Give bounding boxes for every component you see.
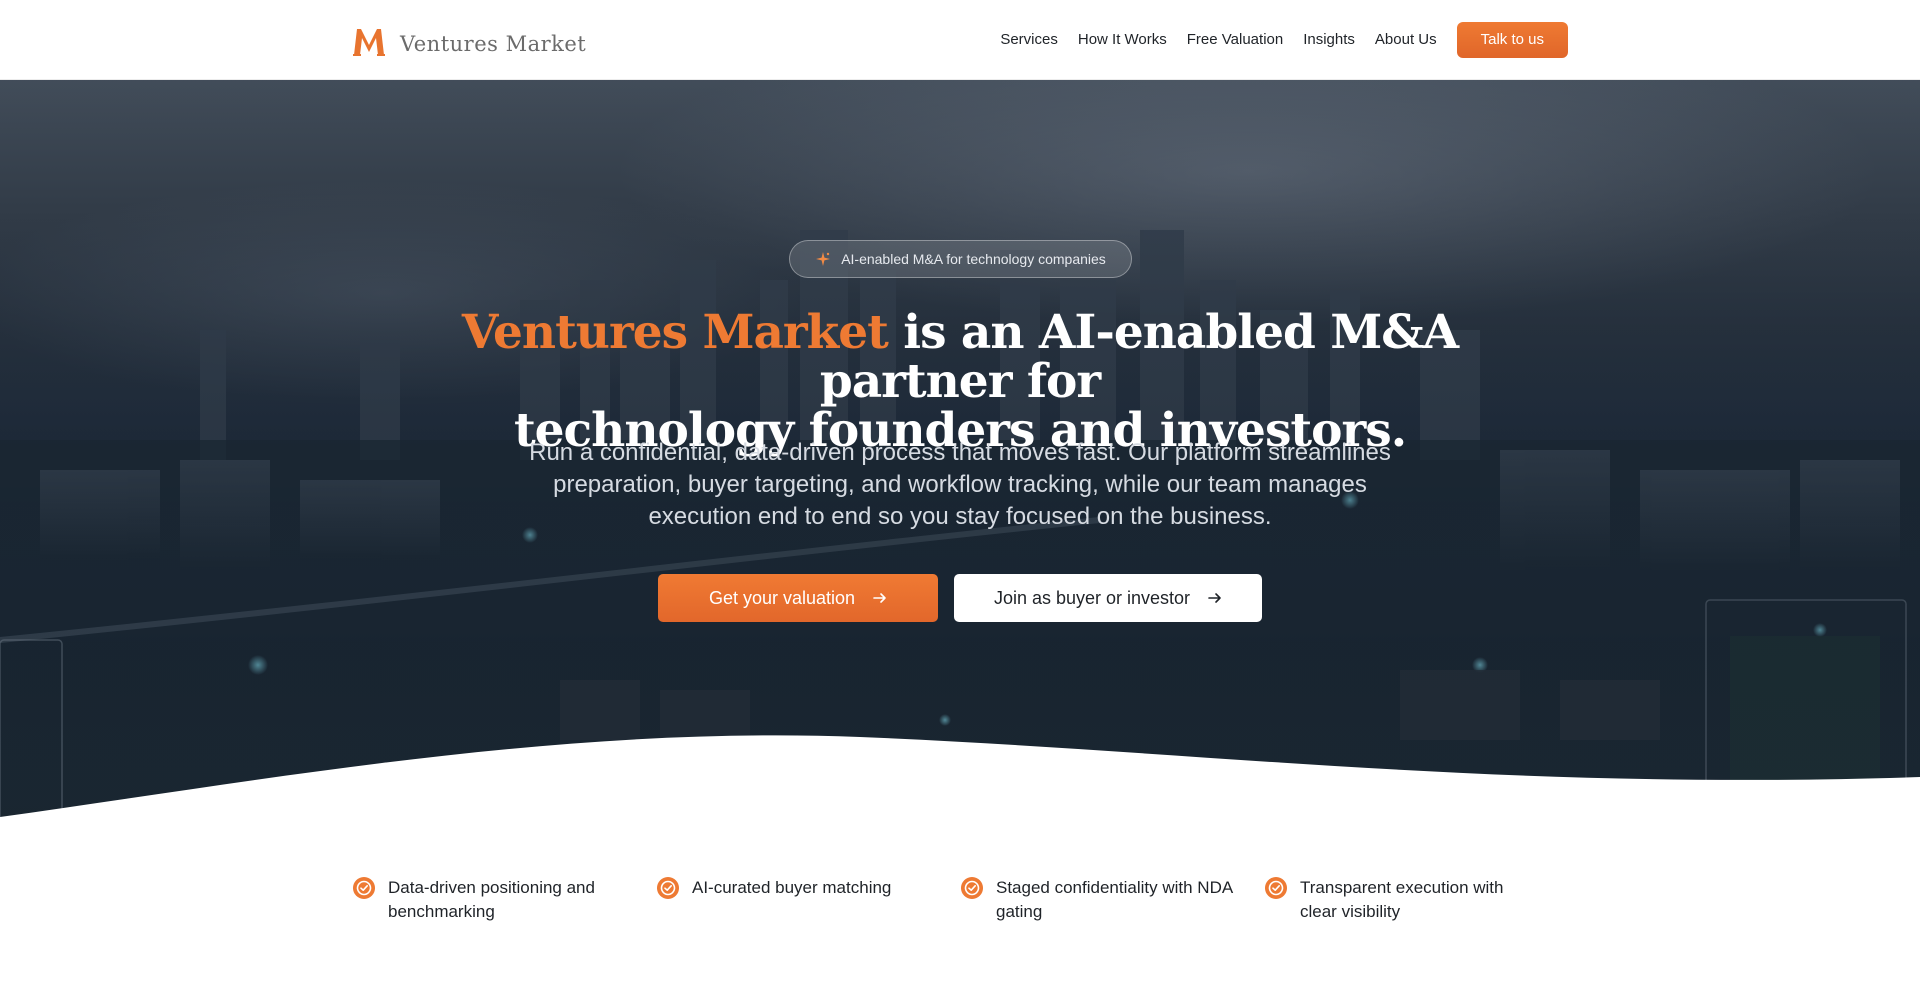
main-nav: Services How It Works Free Valuation Ins… (990, 22, 1568, 58)
nav-services[interactable]: Services (990, 22, 1068, 58)
arrow-right-icon (873, 593, 886, 603)
headline-brand: Ventures Market (461, 305, 889, 360)
hero-subtext: Run a confidential, data-driven process … (529, 439, 1391, 530)
feature-item: Transparent execution with clear visibil… (1264, 876, 1568, 936)
nav-how-it-works[interactable]: How It Works (1068, 22, 1177, 58)
feature-text: Data-driven positioning and benchmarking (388, 878, 595, 921)
sparkle-icon (816, 252, 831, 266)
check-circle-icon (961, 877, 983, 899)
feature-text: Staged confidentiality with NDA gating (996, 878, 1233, 921)
hero-headline: Ventures Market is an AI-enabled M&A par… (360, 308, 1560, 455)
feature-text: Transparent execution with clear visibil… (1300, 878, 1504, 921)
site-header: Ventures Market Services How It Works Fr… (0, 0, 1920, 80)
nav-about-us[interactable]: About Us (1365, 22, 1447, 58)
headline-line1: is an AI-enabled M&A partner for (819, 305, 1459, 409)
feature-text: AI-curated buyer matching (692, 878, 892, 897)
join-buyer-investor-button[interactable]: Join as buyer or investor (954, 574, 1262, 622)
check-circle-icon (657, 877, 679, 899)
arrow-right-icon (1208, 593, 1221, 603)
check-circle-icon (1265, 877, 1287, 899)
logo-m-icon (353, 29, 385, 56)
nav-free-valuation[interactable]: Free Valuation (1177, 22, 1293, 58)
get-valuation-label: Get your valuation (708, 587, 856, 608)
feature-item: Staged confidentiality with NDA gating (960, 876, 1264, 936)
get-valuation-button[interactable]: Get your valuation (658, 574, 938, 622)
hero-badge: AI-enabled M&A for technology companies (789, 240, 1132, 278)
nav-insights[interactable]: Insights (1293, 22, 1365, 58)
feature-list: Data-driven positioning and benchmarking… (352, 876, 1568, 936)
join-buyer-investor-label: Join as buyer or investor (993, 587, 1191, 608)
talk-to-us-button[interactable]: Talk to us (1456, 22, 1568, 58)
hero-section: AI-enabled M&A for technology companies … (0, 80, 1920, 840)
hero-wave-divider (0, 735, 1920, 840)
brand-logo-link[interactable]: Ventures Market (352, 24, 586, 58)
feature-item: Data-driven positioning and benchmarking (352, 876, 656, 936)
feature-item: AI-curated buyer matching (656, 876, 960, 936)
brand-name: Ventures Market (400, 32, 587, 56)
hero-badge-text: AI-enabled M&A for technology companies (841, 251, 1106, 267)
check-circle-icon (353, 877, 375, 899)
